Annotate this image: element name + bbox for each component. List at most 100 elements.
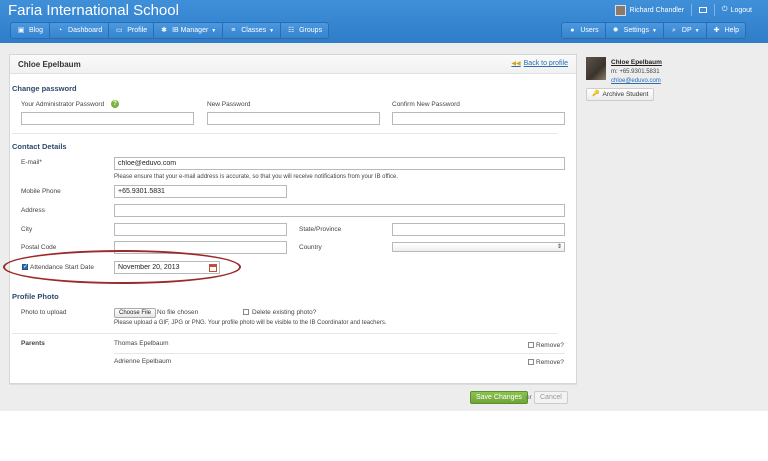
student-email-link[interactable]: chloe@eduvo.com xyxy=(611,78,661,84)
nav-label: Dashboard xyxy=(68,27,103,34)
parent-name: Adrienne Epelbaum xyxy=(114,358,172,365)
help-icon[interactable]: ? xyxy=(111,100,119,108)
student-avatar xyxy=(586,57,606,80)
help-icon: ✚ xyxy=(713,26,720,34)
admin-password-label: Your Administrator Password xyxy=(21,101,105,108)
change-password-heading: Change password xyxy=(12,84,77,93)
remove-label: Remove? xyxy=(536,342,564,349)
contact-details-heading: Contact Details xyxy=(12,142,67,151)
chevron-down-icon: ▼ xyxy=(211,27,217,34)
nav-ib-manager[interactable]: ✱ IB Manager ▼ xyxy=(154,22,224,39)
select-arrows-icon: ⇕ xyxy=(556,244,562,250)
or-text: or xyxy=(526,394,532,401)
nav-settings[interactable]: ✹ Settings ▼ xyxy=(605,22,664,39)
address-input[interactable] xyxy=(114,204,565,217)
student-phone: m: +65.9301.5831 xyxy=(611,69,660,75)
country-select[interactable]: ⇕ xyxy=(392,242,565,252)
nav-label: Classes xyxy=(241,27,267,34)
school-title: Faria International School xyxy=(8,2,179,19)
remove-parent-checkbox[interactable] xyxy=(528,359,534,365)
nav-profile[interactable]: ▭ Profile xyxy=(109,22,155,39)
nav-label: Settings xyxy=(623,27,649,34)
user-name[interactable]: Richard Chandler xyxy=(630,7,684,14)
confirm-password-input[interactable] xyxy=(392,112,565,125)
archive-label: Archive Student xyxy=(602,91,649,98)
key-icon: 🔑 xyxy=(592,91,600,97)
student-name-link[interactable]: Chloe Epelbaum xyxy=(611,59,662,66)
archive-student-button[interactable]: 🔑 Archive Student xyxy=(586,88,655,101)
no-file-text: No file chosen xyxy=(157,309,199,316)
postal-code-label: Postal Code xyxy=(21,244,57,251)
nav-blog[interactable]: ▣ Blog xyxy=(10,22,51,39)
nav-classes[interactable]: ≡ Classes ▼ xyxy=(223,22,282,39)
chevron-down-icon: ▼ xyxy=(694,27,700,34)
back-to-profile-link[interactable]: ◀◀ Back to profile xyxy=(511,60,568,67)
nav-users[interactable]: ● Users xyxy=(561,22,606,39)
nav-label: Profile xyxy=(127,27,148,34)
back-arrow-icon: ◀◀ xyxy=(511,61,521,67)
state-label: State/Province xyxy=(299,226,342,233)
divider xyxy=(691,4,693,16)
parents-label: Parents xyxy=(21,340,45,347)
users-icon: ● xyxy=(570,26,575,34)
row-divider xyxy=(114,353,565,354)
parent-name: Thomas Epelbaum xyxy=(114,340,169,347)
mail-icon[interactable] xyxy=(699,7,708,13)
save-changes-button[interactable]: Save Changes xyxy=(470,391,528,404)
nav-label: DP xyxy=(681,27,692,34)
back-label: Back to profile xyxy=(523,60,568,67)
choose-file-button[interactable]: Choose File xyxy=(114,308,157,318)
groups-icon: ☷ xyxy=(287,26,295,34)
nav-label: IB Manager xyxy=(172,27,209,34)
search-icon: ⌕ xyxy=(671,26,676,34)
nav-help[interactable]: ✚ Help xyxy=(706,22,746,39)
remove-label: Remove? xyxy=(536,359,564,366)
confirm-password-label: Confirm New Password xyxy=(392,101,460,108)
classes-icon: ≡ xyxy=(231,26,236,34)
profile-photo-heading: Profile Photo xyxy=(12,292,59,301)
profile-icon: ▭ xyxy=(115,26,123,34)
country-label: Country xyxy=(299,244,322,251)
highlight-ellipse xyxy=(3,250,241,284)
dashboard-icon: ◔ xyxy=(57,26,63,34)
address-label: Address xyxy=(21,207,45,214)
nav-label: Groups xyxy=(299,27,323,34)
mobile-phone-input[interactable] xyxy=(114,185,287,198)
user-menu: Richard Chandler ⏻ Logout xyxy=(614,4,752,16)
nav-dp[interactable]: ⌕ DP ▼ xyxy=(663,22,707,39)
admin-password-input[interactable] xyxy=(21,112,194,125)
main-nav: ▣ Blog ◔ Dashboard ▭ Profile ✱ IB Manager ▼ ≡… xyxy=(0,22,768,40)
settings-icon: ✹ xyxy=(612,26,619,34)
new-password-input[interactable] xyxy=(207,112,380,125)
panel-title: Chloe Epelbaum xyxy=(18,60,81,69)
logout-icon[interactable]: ⏻ xyxy=(722,6,728,14)
section-divider xyxy=(12,333,557,334)
section-divider xyxy=(12,133,557,134)
nav-groups[interactable]: ☷ Groups xyxy=(281,22,330,39)
email-label: E-mail* xyxy=(21,159,42,166)
nav-label: Users xyxy=(580,27,599,34)
user-avatar[interactable] xyxy=(614,4,626,16)
delete-photo-label: Delete existing photo? xyxy=(252,309,317,316)
nav-left: ▣ Blog ◔ Dashboard ▭ Profile ✱ IB Manager ▼ ≡… xyxy=(10,22,330,39)
divider xyxy=(714,4,716,16)
chevron-down-icon: ▼ xyxy=(651,27,657,34)
delete-photo-checkbox[interactable] xyxy=(243,309,249,315)
logout-link[interactable]: Logout xyxy=(731,7,752,14)
city-input[interactable] xyxy=(114,223,287,236)
email-input[interactable] xyxy=(114,157,565,170)
mobile-phone-label: Mobile Phone xyxy=(21,188,61,195)
ib-manager-icon: ✱ xyxy=(161,26,168,34)
email-hint: Please ensure that your e-mail address i… xyxy=(114,174,399,180)
photo-upload-label: Photo to upload xyxy=(21,309,67,316)
cancel-button[interactable]: Cancel xyxy=(534,391,568,404)
nav-label: Blog xyxy=(29,27,44,34)
panel-header: Chloe Epelbaum ◀◀ Back to profile xyxy=(10,55,576,74)
nav-right: ● Users ✹ Settings ▼ ⌕ DP ▼ ✚ Help xyxy=(561,22,746,39)
blog-icon: ▣ xyxy=(17,26,25,34)
nav-dashboard[interactable]: ◔ Dashboard xyxy=(50,22,110,39)
state-input[interactable] xyxy=(392,223,565,236)
new-password-label: New Password xyxy=(207,101,251,108)
city-label: City xyxy=(21,226,33,233)
remove-parent-checkbox[interactable] xyxy=(528,342,534,348)
